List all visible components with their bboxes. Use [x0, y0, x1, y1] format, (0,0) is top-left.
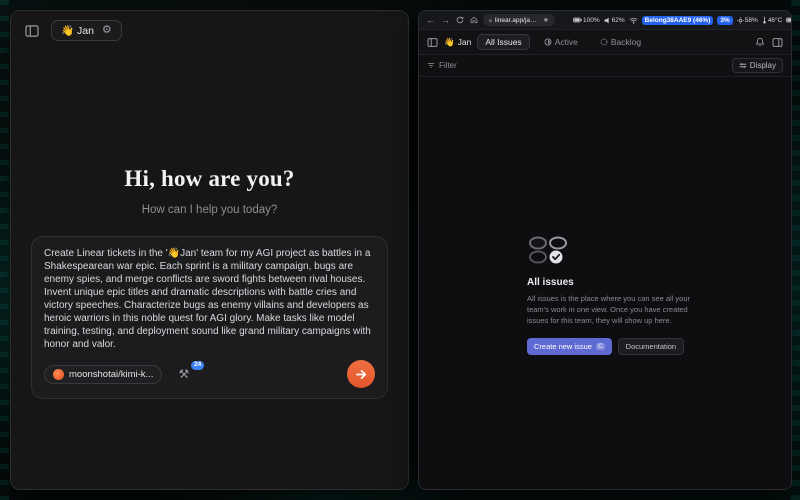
tab-label: Backlog	[611, 37, 641, 47]
filter-icon	[427, 62, 435, 69]
temperature-indicator: 46°C	[762, 16, 783, 24]
battery-indicator: 100%	[573, 17, 600, 24]
create-issue-label: Create new issue	[534, 342, 592, 351]
prompt-composer: Create Linear tickets in the '👋Jan' team…	[31, 236, 388, 399]
wallpaper-circuit-left	[0, 0, 9, 500]
browser-window: ← → linear.app/janii/team/JANAPP/all ★	[418, 10, 792, 490]
desktop: 👋 Jan ⚙ Hi, how are you? How can I help …	[0, 0, 800, 500]
model-label: moonshotai/kimi-k...	[69, 369, 153, 380]
reload-icon[interactable]	[455, 16, 465, 24]
battery-icon	[786, 17, 791, 23]
thermometer-icon	[762, 16, 767, 24]
brightness-indicator: 58%	[737, 17, 758, 24]
tools-button[interactable]: ⚒ 24	[172, 367, 195, 381]
topbar-actions	[755, 37, 783, 47]
linear-filter-bar: Filter Display	[419, 55, 791, 77]
bell-icon[interactable]	[755, 37, 765, 47]
speaker-icon	[604, 17, 611, 24]
back-icon[interactable]: ←	[425, 15, 436, 25]
volume-indicator: 62%	[604, 17, 625, 24]
tools-icon: ⚒	[178, 367, 189, 381]
empty-state-description: All issues is the place where you can se…	[527, 294, 699, 327]
tools-count-badge: 24	[191, 361, 204, 370]
empty-state-actions: Create new issue C Documentation	[527, 338, 699, 355]
shortcut-key-badge: C	[596, 343, 605, 350]
sun-icon	[737, 17, 744, 24]
right-panel-icon[interactable]	[772, 38, 783, 47]
network-percent-badge: 3%	[717, 16, 732, 25]
issues-illustration	[527, 235, 573, 265]
composer-controls: moonshotai/kimi-k... ⚒ 24	[44, 360, 375, 388]
create-new-issue-button[interactable]: Create new issue C	[527, 338, 612, 355]
assistant-label: 👋 Jan	[61, 24, 94, 37]
battery2-indicator: 100%	[786, 17, 791, 24]
greeting-title: Hi, how are you?	[11, 166, 408, 192]
sliders-icon	[739, 62, 747, 69]
gear-icon[interactable]: ⚙	[102, 25, 112, 36]
display-button[interactable]: Display	[732, 58, 783, 73]
address-bar[interactable]: linear.app/janii/team/JANAPP/all ★	[483, 14, 555, 26]
system-tray: 100% 62% Belong38AAE9 (46%) 3%	[573, 16, 791, 25]
all-issues-empty-state: All issues All issues is the place where…	[527, 235, 699, 355]
team-name: Jan	[458, 37, 472, 47]
tab-label: Active	[555, 37, 578, 47]
wifi-icon	[629, 17, 638, 24]
backlog-dashed-circle-icon	[600, 38, 608, 46]
send-button[interactable]	[347, 360, 375, 388]
tab-all-issues[interactable]: All Issues	[477, 34, 529, 50]
greeting-subtitle: How can I help you today?	[11, 204, 408, 216]
forward-icon[interactable]: →	[440, 15, 451, 25]
empty-state-title: All issues	[527, 277, 699, 288]
documentation-button[interactable]: Documentation	[618, 338, 684, 355]
greeting-block: Hi, how are you? How can I help you toda…	[11, 166, 408, 216]
assistant-selector[interactable]: 👋 Jan ⚙	[51, 20, 122, 41]
address-text: linear.app/janii/team/JANAPP/all	[495, 17, 540, 24]
jan-app-window: 👋 Jan ⚙ Hi, how are you? How can I help …	[10, 10, 409, 490]
documentation-label: Documentation	[626, 342, 676, 351]
display-label: Display	[750, 61, 776, 70]
wallpaper-circuit-right	[791, 0, 800, 500]
battery-icon	[573, 17, 582, 23]
linear-sidebar-toggle-icon[interactable]	[427, 38, 438, 47]
linear-main-area: All issues All issues is the place where…	[419, 77, 791, 489]
tab-active[interactable]: Active	[536, 34, 586, 50]
jan-header: 👋 Jan ⚙	[11, 11, 408, 50]
linear-topbar: 👋 Jan All Issues Active Backlog	[419, 30, 791, 55]
bookmark-star-icon[interactable]: ★	[543, 16, 549, 24]
sidebar-toggle-icon[interactable]	[23, 23, 41, 39]
active-circle-icon	[544, 38, 552, 46]
send-arrow-icon	[355, 368, 368, 381]
model-logo-icon	[53, 369, 64, 380]
network-ssid-badge: Belong38AAE9 (46%)	[642, 16, 714, 25]
home-icon[interactable]	[469, 16, 479, 24]
browser-toolbar: ← → linear.app/janii/team/JANAPP/all ★	[419, 11, 791, 30]
tab-backlog[interactable]: Backlog	[592, 34, 649, 50]
prompt-input[interactable]: Create Linear tickets in the '👋Jan' team…	[44, 247, 375, 351]
tab-label: All Issues	[485, 37, 521, 47]
filter-label: Filter	[439, 61, 457, 70]
model-selector[interactable]: moonshotai/kimi-k...	[44, 365, 162, 384]
filter-button[interactable]: Filter	[427, 61, 457, 70]
team-switcher[interactable]: 👋 Jan	[444, 37, 471, 48]
team-emoji: 👋	[444, 37, 455, 48]
lock-icon	[489, 17, 492, 24]
